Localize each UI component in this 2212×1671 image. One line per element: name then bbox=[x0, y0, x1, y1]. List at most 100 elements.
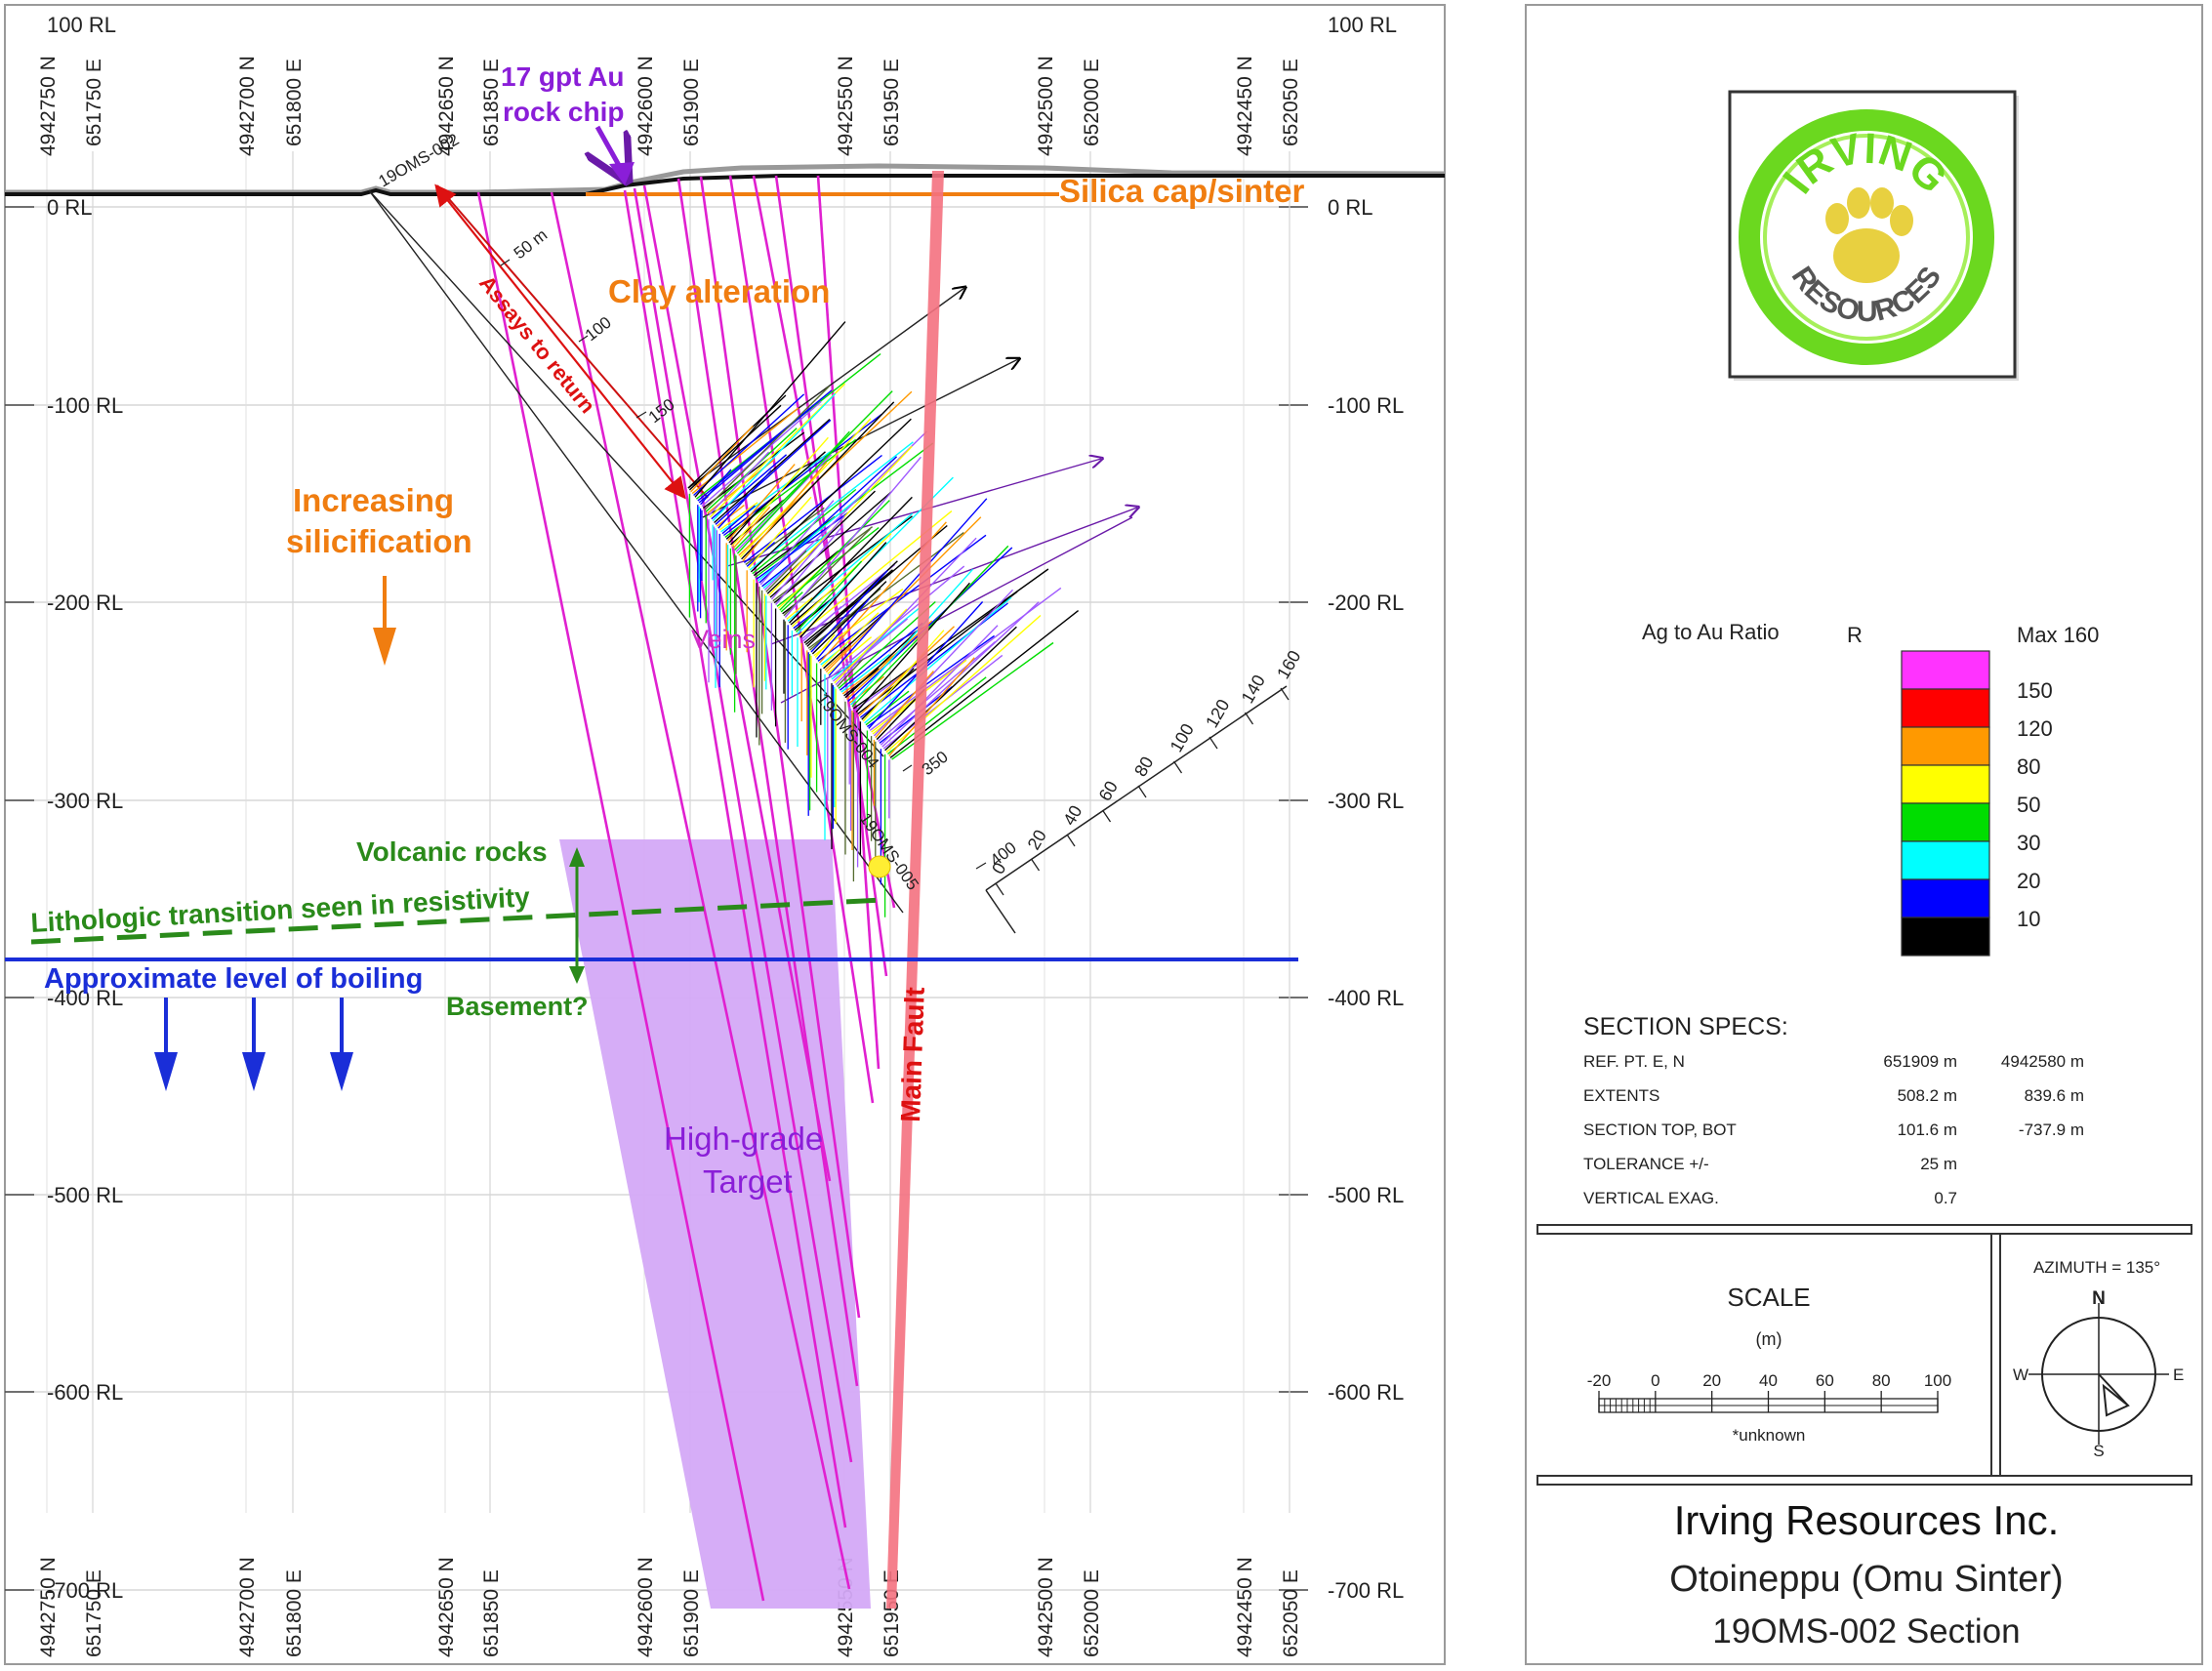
spec-label: TOLERANCE +/- bbox=[1583, 1155, 1709, 1173]
section-diagram: 100 RL 100 RL0 RL 0 RL-100 RL -100 RL-200 R… bbox=[4, 4, 2203, 1665]
legend-swatch bbox=[1901, 726, 1990, 766]
legend-swatch bbox=[1901, 650, 1990, 690]
legend-label: 80 bbox=[2017, 754, 2040, 779]
easting-label-top: 651900 E bbox=[680, 59, 703, 146]
northing-label-bottom: 4942450 N bbox=[1234, 1557, 1256, 1657]
scale-note: *unknown bbox=[1733, 1426, 1806, 1445]
rl-label-left: 0 RL bbox=[47, 195, 92, 220]
scale-unit: (m) bbox=[1756, 1329, 1782, 1349]
rl-label-left: -600 RL bbox=[47, 1380, 123, 1405]
spec-value-1: 651909 m bbox=[1883, 1052, 1957, 1071]
spec-value-1: 508.2 m bbox=[1898, 1086, 1957, 1105]
rl-label-right: -300 RL bbox=[1328, 789, 1404, 813]
easting-label-top: 651750 E bbox=[83, 59, 105, 146]
project-name: Otoineppu (Omu Sinter) bbox=[1669, 1559, 2063, 1600]
spec-label: SECTION TOP, BOT bbox=[1583, 1121, 1737, 1139]
spec-label: VERTICAL EXAG. bbox=[1583, 1189, 1719, 1207]
scale-tick-label: 0 bbox=[1651, 1371, 1659, 1390]
legend-label: 150 bbox=[2017, 678, 2053, 703]
easting-label-bottom: 652050 E bbox=[1280, 1569, 1302, 1657]
northing-label-bottom: 4942750 N bbox=[37, 1557, 60, 1657]
northing-label-top: 4942450 N bbox=[1234, 56, 1256, 156]
legend-swatch bbox=[1901, 878, 1990, 918]
volcanic-rocks-label: Volcanic rocks bbox=[356, 836, 548, 867]
legend-label: 20 bbox=[2017, 869, 2040, 893]
silica-cap-label: Silica cap/sinter bbox=[1059, 173, 1304, 209]
northing-label-bottom: 4942650 N bbox=[435, 1557, 458, 1657]
legend-swatch bbox=[1901, 764, 1990, 804]
easting-label-bottom: 651900 E bbox=[680, 1569, 703, 1657]
divider-top bbox=[1536, 1224, 2192, 1235]
northing-label-top: 4942500 N bbox=[1035, 56, 1057, 156]
legend-color-scale: 150 120 80 50 30 20 10 bbox=[1901, 650, 2053, 957]
azimuth-label: AZIMUTH = 135° bbox=[2033, 1258, 2160, 1277]
rock-chip-label-2: rock chip bbox=[503, 97, 624, 127]
scale-title: SCALE bbox=[1727, 1283, 1810, 1312]
compass-e: E bbox=[2173, 1365, 2184, 1384]
spec-label: EXTENTS bbox=[1583, 1086, 1659, 1105]
company-name: Irving Resources Inc. bbox=[1674, 1497, 2060, 1543]
spec-value-2: 839.6 m bbox=[2025, 1086, 2084, 1105]
divider-vertical bbox=[1990, 1233, 2001, 1477]
rl-label-right: 100 RL bbox=[1328, 13, 1397, 37]
northing-label-bottom: 4942700 N bbox=[236, 1557, 259, 1657]
spec-value-1: 0.7 bbox=[1934, 1189, 1957, 1207]
rl-label-left: -100 RL bbox=[47, 393, 123, 418]
legend-max: Max 160 bbox=[2017, 623, 2099, 647]
northing-label-top: 4942700 N bbox=[236, 56, 259, 156]
scale-tick-label: -20 bbox=[1587, 1371, 1612, 1390]
northing-label-bottom: 4942600 N bbox=[635, 1557, 657, 1657]
rl-label-right: -200 RL bbox=[1328, 591, 1404, 615]
increasing-label: Increasing bbox=[293, 482, 454, 518]
easting-label-top: 652000 E bbox=[1081, 59, 1103, 146]
target-label-1: High-grade bbox=[664, 1121, 823, 1157]
spec-value-2: -737.9 m bbox=[2019, 1121, 2084, 1139]
northing-label-top: 4942550 N bbox=[835, 56, 857, 156]
easting-label-bottom: 651750 E bbox=[83, 1569, 105, 1657]
easting-label-top: 651850 E bbox=[480, 59, 503, 146]
northing-label-bottom: 4942500 N bbox=[1035, 1557, 1057, 1657]
scale-tick-label: 40 bbox=[1759, 1371, 1778, 1390]
rl-label-left: -300 RL bbox=[47, 789, 123, 813]
spec-value-1: 101.6 m bbox=[1898, 1121, 1957, 1139]
legend-swatch bbox=[1901, 688, 1990, 728]
compass-w: W bbox=[2013, 1365, 2028, 1384]
easting-label-bottom: 651800 E bbox=[283, 1569, 306, 1657]
legend-column: R bbox=[1847, 623, 1863, 647]
scale-tick-label: 60 bbox=[1816, 1371, 1834, 1390]
rl-label-right: 0 RL bbox=[1328, 195, 1372, 220]
easting-label-bottom: 652000 E bbox=[1081, 1569, 1103, 1657]
main-fault-label: Main Fault bbox=[895, 987, 930, 1122]
easting-label-top: 651950 E bbox=[881, 59, 903, 146]
rl-label-right: -100 RL bbox=[1328, 393, 1404, 418]
divider-bottom bbox=[1536, 1475, 2192, 1486]
compass-n: N bbox=[2092, 1288, 2106, 1309]
rl-label-left: 100 RL bbox=[47, 13, 116, 37]
company-logo: IRVING RESOURCES bbox=[1728, 90, 2019, 381]
easting-label-bottom: 651850 E bbox=[480, 1569, 503, 1657]
section-name: 19OMS-002 Section bbox=[1712, 1612, 2020, 1651]
easting-label-top: 652050 E bbox=[1280, 59, 1302, 146]
veins-label: Veins bbox=[691, 625, 756, 654]
legend-label: 120 bbox=[2017, 716, 2053, 741]
legend-swatch bbox=[1901, 840, 1990, 880]
legend-title: Ag to Au Ratio bbox=[1642, 620, 1780, 644]
rl-label-right: -500 RL bbox=[1328, 1183, 1404, 1207]
legend-label: 30 bbox=[2017, 831, 2040, 855]
rl-label-left: -500 RL bbox=[47, 1183, 123, 1207]
legend-label: 50 bbox=[2017, 793, 2040, 817]
specs-heading: SECTION SPECS: bbox=[1583, 1013, 1788, 1040]
clay-alteration-label: Clay alteration bbox=[608, 273, 830, 309]
easting-label-top: 651800 E bbox=[283, 59, 306, 146]
target-label-2: Target bbox=[703, 1163, 793, 1200]
northing-label-top: 4942750 N bbox=[37, 56, 60, 156]
spec-value-1: 25 m bbox=[1920, 1155, 1957, 1173]
legend-swatch bbox=[1901, 802, 1990, 842]
spec-value-2: 4942580 m bbox=[2001, 1052, 2084, 1071]
rl-label-right: -400 RL bbox=[1328, 986, 1404, 1010]
rock-chip-label-1: 17 gpt Au bbox=[501, 61, 625, 92]
rl-label-right: -700 RL bbox=[1328, 1578, 1404, 1603]
basement-label: Basement? bbox=[446, 992, 589, 1021]
silicification-label: silicification bbox=[286, 523, 472, 559]
rl-label-left: -200 RL bbox=[47, 591, 123, 615]
